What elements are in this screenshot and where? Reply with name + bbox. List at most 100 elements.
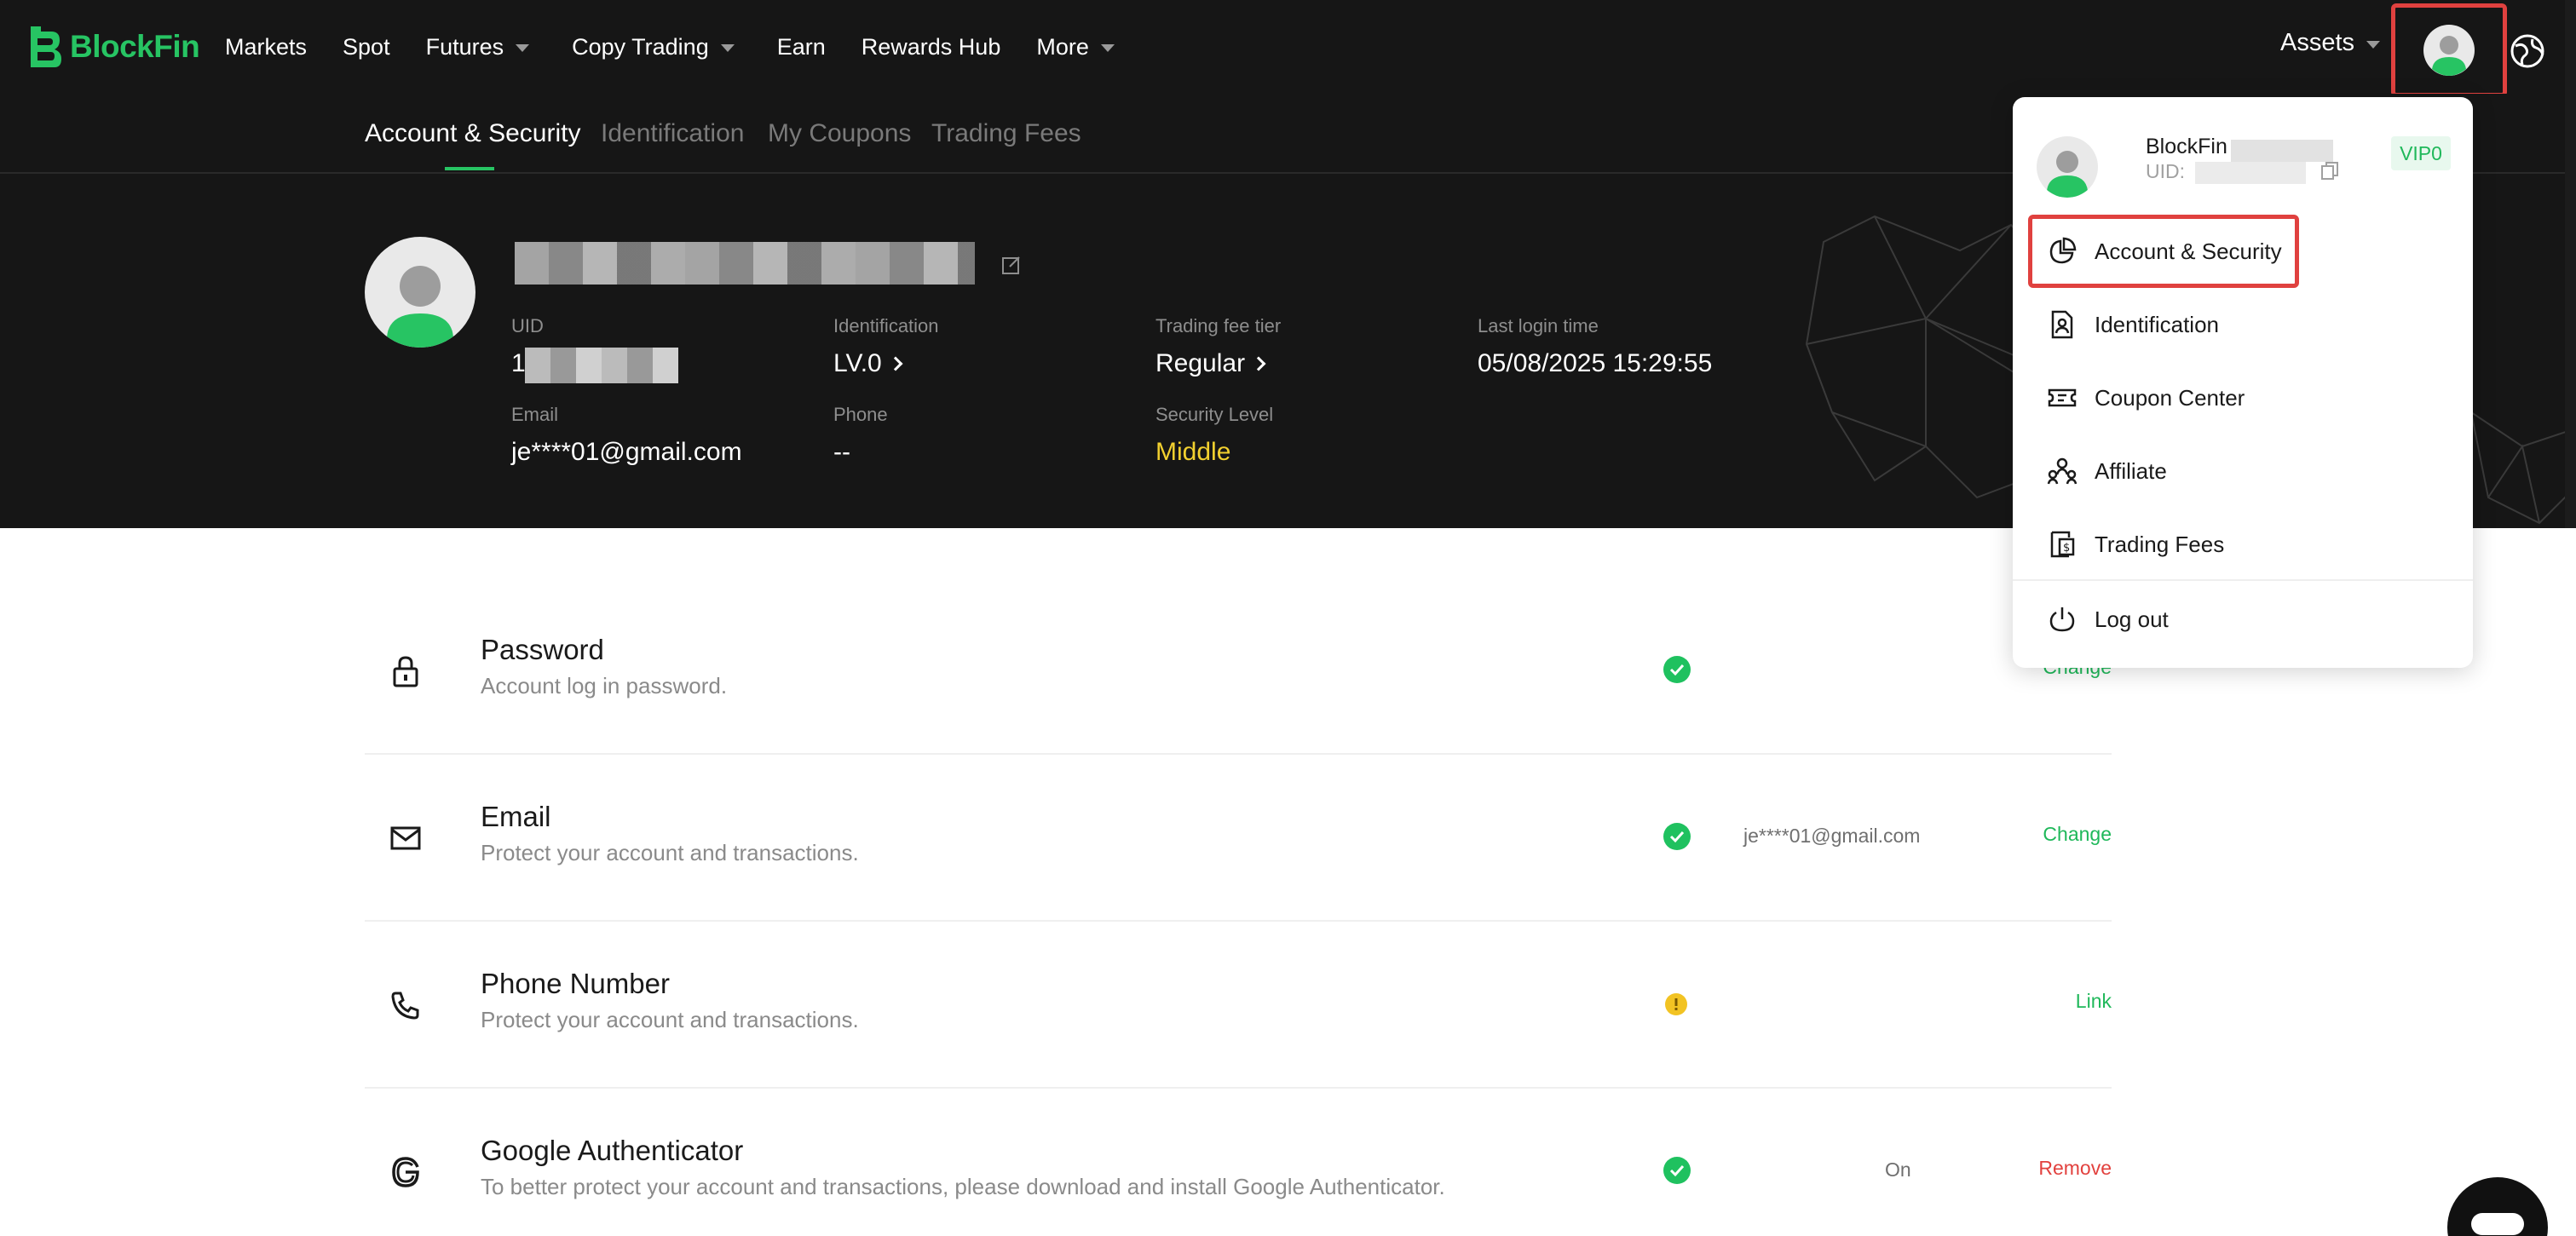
menu-item-label: Identification	[2095, 311, 2219, 337]
nav-label: Spot	[343, 33, 390, 60]
change-email-link[interactable]: Change	[2043, 823, 2112, 846]
security-row-google-authenticator: Google Authenticator To better protect y…	[365, 1089, 2112, 1236]
avatar-icon	[2423, 25, 2475, 76]
active-tab-indicator	[445, 167, 494, 170]
security-row-phone: Phone Number Protect your account and tr…	[365, 922, 2112, 1089]
check-circle-icon	[1663, 656, 1691, 683]
main-nav: Markets Spot Futures Copy Trading Earn R…	[225, 29, 1115, 65]
fee-tier-link[interactable]: Regular	[1155, 349, 1266, 378]
blockfin-logo-icon	[31, 26, 61, 67]
authenticator-status-value: On	[1885, 1158, 1911, 1181]
id-card-icon	[2051, 310, 2073, 339]
row-description: Protect your account and transactions.	[481, 840, 859, 865]
avatar-icon	[387, 266, 453, 348]
uid-value: 1	[511, 349, 526, 377]
vip-badge: VIP0	[2391, 136, 2451, 170]
power-icon	[2049, 607, 2075, 632]
identification-value: LV.0	[833, 349, 882, 377]
uid-redacted	[525, 348, 678, 383]
menu-item-identification[interactable]: Identification	[2013, 288, 2473, 361]
row-title: Email	[481, 801, 551, 832]
fee-tier-value: Regular	[1155, 349, 1246, 377]
dropdown-uid-label: UID:	[2146, 160, 2185, 182]
phone-value: --	[833, 438, 850, 466]
menu-item-label: Trading Fees	[2095, 531, 2225, 557]
chevron-right-icon	[888, 356, 903, 371]
dropdown-avatar	[2037, 136, 2098, 198]
warning-circle-icon	[1665, 993, 1687, 1015]
assets-label: Assets	[2280, 29, 2355, 56]
assets-menu[interactable]: Assets	[2280, 29, 2381, 57]
team-icon	[2047, 457, 2078, 485]
uid-label: UID	[511, 315, 544, 336]
phone-icon	[391, 992, 419, 1020]
email-label: Email	[511, 404, 559, 425]
support-chat-button[interactable]	[2447, 1177, 2548, 1236]
ticket-icon	[2048, 388, 2077, 407]
highlight-box	[2028, 215, 2299, 288]
row-title: Password	[481, 634, 604, 665]
menu-item-label: Log out	[2095, 606, 2169, 632]
link-phone-link[interactable]: Link	[2076, 990, 2112, 1013]
google-icon	[392, 1157, 419, 1187]
row-description: To better protect your account and trans…	[481, 1174, 1445, 1199]
security-row-password: Password Account log in password. Change	[365, 588, 2112, 755]
menu-item-label: Affiliate	[2095, 457, 2167, 484]
nav-more[interactable]: More	[1036, 34, 1115, 60]
nav-label: Futures	[425, 33, 504, 60]
language-globe-icon[interactable]	[2509, 32, 2546, 70]
fee-tier-label: Trading fee tier	[1155, 315, 1282, 336]
nav-futures[interactable]: Futures	[426, 34, 530, 60]
svg-text:$: $	[2063, 542, 2070, 555]
menu-item-coupon-center[interactable]: Coupon Center	[2013, 361, 2473, 434]
email-status-value: je****01@gmail.com	[1743, 825, 1921, 847]
chevron-down-icon	[1100, 44, 1115, 52]
nav-markets[interactable]: Markets	[225, 34, 307, 60]
chevron-right-icon	[1251, 356, 1266, 371]
phone-label: Phone	[833, 404, 888, 425]
profile-avatar	[365, 237, 475, 348]
nav-label: Rewards Hub	[861, 33, 1001, 60]
nav-earn[interactable]: Earn	[777, 34, 826, 60]
uid-redacted	[2195, 162, 2306, 184]
user-avatar-button[interactable]	[2391, 3, 2507, 97]
copy-icon[interactable]	[2320, 160, 2340, 181]
chevron-down-icon	[720, 44, 735, 52]
last-login-label: Last login time	[1478, 315, 1599, 336]
menu-item-label: Coupon Center	[2095, 384, 2245, 411]
dropdown-username: BlockFin	[2146, 135, 2227, 158]
user-dropdown-menu: BlockFin UID: VIP0 Account & Security Id…	[2013, 97, 2473, 668]
row-description: Account log in password.	[481, 673, 728, 698]
nav-copy-trading[interactable]: Copy Trading	[572, 34, 735, 60]
remove-authenticator-link[interactable]: Remove	[2038, 1157, 2112, 1180]
nav-rewards-hub[interactable]: Rewards Hub	[862, 34, 1001, 60]
nav-spot[interactable]: Spot	[343, 34, 390, 60]
tab-trading-fees[interactable]: Trading Fees	[931, 119, 1081, 148]
menu-divider	[2013, 579, 2473, 581]
email-value: je****01@gmail.com	[511, 438, 742, 466]
menu-item-log-out[interactable]: Log out	[2013, 583, 2473, 656]
menu-item-trading-fees[interactable]: $ Trading Fees	[2013, 508, 2473, 581]
security-level-label: Security Level	[1155, 404, 1274, 425]
edit-name-icon[interactable]	[1000, 254, 1023, 276]
chevron-down-icon	[516, 44, 530, 52]
blockfin-logo[interactable]: BlockFin	[26, 22, 200, 72]
username-redacted	[2231, 140, 2333, 162]
nav-label: Earn	[776, 33, 826, 60]
username-redacted	[515, 242, 975, 285]
lock-icon	[393, 656, 418, 687]
row-description: Protect your account and transactions.	[481, 1007, 859, 1032]
tab-my-coupons[interactable]: My Coupons	[768, 119, 911, 148]
menu-item-affiliate[interactable]: Affiliate	[2013, 434, 2473, 508]
identification-level-link[interactable]: LV.0	[833, 349, 903, 378]
check-circle-icon	[1663, 823, 1691, 850]
tab-identification[interactable]: Identification	[601, 119, 744, 148]
tab-account-security[interactable]: Account & Security	[365, 119, 580, 148]
check-circle-icon	[1663, 1157, 1691, 1184]
window-edge	[2565, 0, 2576, 528]
mail-icon	[390, 826, 421, 850]
chevron-down-icon	[2366, 40, 2381, 49]
security-level-value: Middle	[1155, 438, 1231, 466]
row-title: Phone Number	[481, 968, 670, 999]
identification-label: Identification	[833, 315, 939, 336]
